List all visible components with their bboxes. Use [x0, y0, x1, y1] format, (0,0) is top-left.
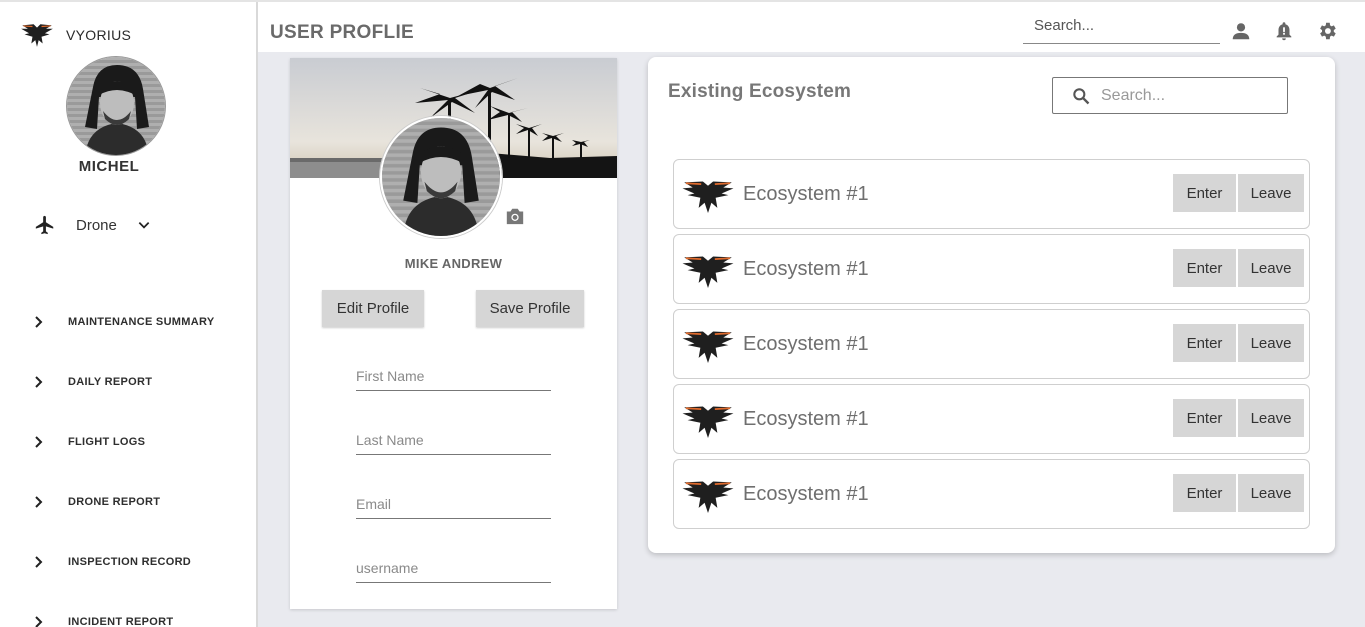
enter-button[interactable]: Enter	[1173, 174, 1236, 212]
eagle-logo-icon	[682, 181, 734, 213]
eagle-logo-icon	[682, 256, 734, 288]
drone-selector-label: Drone	[76, 216, 117, 234]
chevron-right-icon	[35, 376, 43, 388]
ecosystem-list: Ecosystem #1 Enter Leave Ecosystem #1 En…	[673, 159, 1310, 534]
chevron-right-icon	[35, 436, 43, 448]
sidebar-item-label: FLIGHT LOGS	[68, 436, 146, 448]
ecosystem-name: Ecosystem #1	[743, 258, 869, 280]
ecosystem-name: Ecosystem #1	[743, 183, 869, 205]
first-name-field[interactable]	[356, 361, 551, 391]
camera-icon[interactable]	[504, 206, 526, 226]
page-title: USER PROFLIE	[270, 22, 415, 43]
last-name-field[interactable]	[356, 425, 551, 455]
person-icon[interactable]	[1230, 20, 1252, 42]
sidebar-item-daily-report[interactable]: DAILY REPORT	[30, 352, 214, 412]
ecosystem-name: Ecosystem #1	[743, 408, 869, 430]
leave-button[interactable]: Leave	[1238, 174, 1304, 212]
sidebar-item-maintenance-summary[interactable]: MAINTENANCE SUMMARY	[30, 292, 214, 352]
ecosystem-row: Ecosystem #1 Enter Leave	[673, 159, 1310, 229]
ecosystem-row: Ecosystem #1 Enter Leave	[673, 384, 1310, 454]
sidebar-item-label: INCIDENT REPORT	[68, 616, 174, 627]
gear-icon[interactable]	[1316, 20, 1338, 42]
ecosystem-row: Ecosystem #1 Enter Leave	[673, 309, 1310, 379]
chevron-right-icon	[35, 556, 43, 568]
chevron-right-icon	[35, 616, 43, 627]
eagle-logo-icon	[21, 24, 53, 47]
ecosystem-card: Existing Ecosystem Ecosystem #1 Enter Le…	[648, 57, 1335, 553]
leave-button[interactable]: Leave	[1238, 249, 1304, 287]
email-field[interactable]	[356, 489, 551, 519]
enter-button[interactable]: Enter	[1173, 249, 1236, 287]
profile-avatar[interactable]	[380, 116, 502, 238]
profile-name: MIKE ANDREW	[404, 256, 503, 271]
profile-avatar-photo	[382, 118, 500, 236]
leave-button[interactable]: Leave	[1238, 399, 1304, 437]
brand-name: VYORIUS	[66, 27, 132, 43]
sidebar-item-label: MAINTENANCE SUMMARY	[68, 316, 215, 328]
leave-button[interactable]: Leave	[1238, 474, 1304, 512]
brand[interactable]: VYORIUS	[20, 20, 131, 50]
bell-icon[interactable]	[1273, 20, 1295, 42]
leave-button[interactable]: Leave	[1238, 324, 1304, 362]
save-profile-button[interactable]: Save Profile	[476, 290, 584, 327]
ecosystem-name: Ecosystem #1	[743, 483, 869, 505]
main-content: USER PROFLIE Search... MIKE ANDREW Edit …	[258, 2, 1365, 627]
avatar[interactable]	[66, 56, 166, 156]
sidebar-user-name: MICHEL	[78, 158, 140, 175]
sidebar-nav: MAINTENANCE SUMMARY DAILY REPORT FLIGHT …	[30, 292, 214, 627]
eagle-logo-icon	[682, 331, 734, 363]
chevron-down-icon	[138, 222, 150, 229]
ecosystem-search[interactable]	[1052, 77, 1288, 114]
sidebar-item-incident-report[interactable]: INCIDENT REPORT	[30, 592, 214, 627]
ecosystem-title: Existing Ecosystem	[668, 81, 852, 102]
sidebar: VYORIUS MICHEL Drone MAINTENANCE SUMMARY…	[0, 2, 258, 627]
drone-selector[interactable]: Drone	[34, 214, 151, 236]
ecosystem-name: Ecosystem #1	[743, 333, 869, 355]
eagle-logo-icon	[682, 481, 734, 513]
top-header: USER PROFLIE	[258, 2, 1365, 52]
ecosystem-search-input[interactable]	[1101, 86, 1281, 105]
username-field[interactable]	[356, 553, 551, 583]
chevron-right-icon	[35, 496, 43, 508]
sidebar-item-drone-report[interactable]: DRONE REPORT	[30, 472, 214, 532]
search-icon	[1073, 87, 1090, 104]
sidebar-item-label: INSPECTION RECORD	[68, 556, 192, 568]
profile-card: MIKE ANDREW Edit Profile Save Profile	[290, 58, 617, 609]
enter-button[interactable]: Enter	[1173, 324, 1236, 362]
airplane-icon	[35, 215, 54, 235]
app-root: VYORIUS MICHEL Drone MAINTENANCE SUMMARY…	[0, 0, 1365, 627]
ecosystem-row: Ecosystem #1 Enter Leave	[673, 234, 1310, 304]
sidebar-item-flight-logs[interactable]: FLIGHT LOGS	[30, 412, 214, 472]
enter-button[interactable]: Enter	[1173, 399, 1236, 437]
eagle-logo-icon	[682, 406, 734, 438]
sidebar-item-inspection-record[interactable]: INSPECTION RECORD	[30, 532, 214, 592]
sidebar-item-label: DAILY REPORT	[68, 376, 153, 388]
enter-button[interactable]: Enter	[1173, 474, 1236, 512]
sidebar-item-label: DRONE REPORT	[68, 496, 161, 508]
avatar-photo	[67, 57, 165, 155]
ecosystem-row: Ecosystem #1 Enter Leave	[673, 459, 1310, 529]
chevron-right-icon	[35, 316, 43, 328]
header-search-input[interactable]	[1023, 8, 1220, 44]
edit-profile-button[interactable]: Edit Profile	[322, 290, 424, 327]
